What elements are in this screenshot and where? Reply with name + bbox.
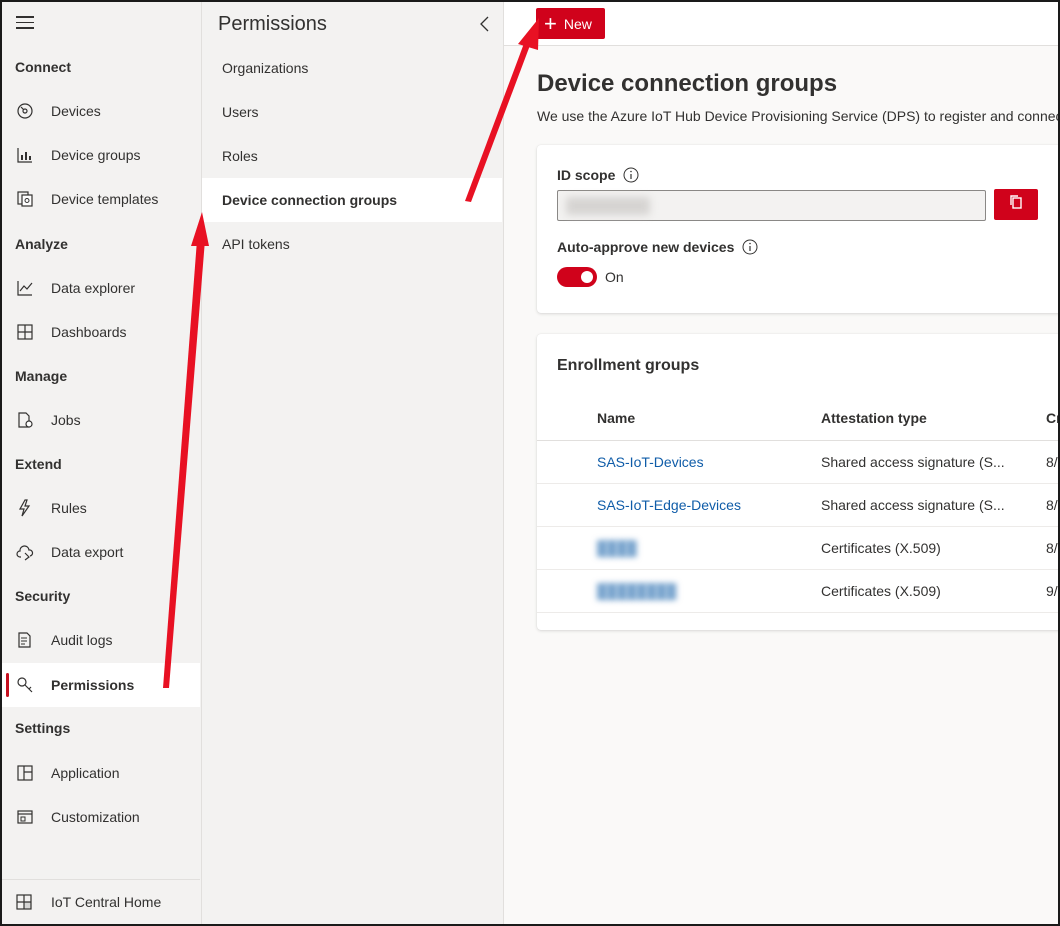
enrollment-groups-title: Enrollment groups xyxy=(557,357,700,374)
nav-item-label: Dashboards xyxy=(51,324,127,340)
app-window: Connect Devices Device groups Device tem… xyxy=(0,0,1060,926)
subnav-item-device-connection-groups[interactable]: Device connection groups xyxy=(202,178,502,222)
nav-section-manage: Manage xyxy=(15,368,68,384)
created-cell: 8/ xyxy=(1046,497,1058,513)
column-header-name[interactable]: Name xyxy=(597,410,635,426)
nav-item-label: Rules xyxy=(51,500,87,516)
nav-item-device-templates[interactable]: Device templates xyxy=(2,177,200,221)
table-row[interactable]: SAS-IoT-Edge-Devices Shared access signa… xyxy=(537,484,1058,527)
nav-section-connect: Connect xyxy=(15,59,71,75)
page-description: We use the Azure IoT Hub Device Provisio… xyxy=(537,108,1060,124)
info-icon[interactable] xyxy=(742,239,758,255)
nav-item-label: Permissions xyxy=(51,677,135,693)
nav-item-audit-logs[interactable]: Audit logs xyxy=(2,618,200,662)
nav-item-customization[interactable]: Customization xyxy=(2,795,200,839)
new-button-label: New xyxy=(563,15,592,32)
device-groups-icon xyxy=(15,145,35,165)
cloud-export-icon xyxy=(15,542,35,562)
copy-icon xyxy=(1008,194,1024,215)
column-header-attestation-type[interactable]: Attestation type xyxy=(821,410,927,426)
customization-icon xyxy=(15,807,35,827)
rules-icon xyxy=(15,498,35,518)
nav-item-rules[interactable]: Rules xyxy=(2,486,200,530)
nav-item-label: Jobs xyxy=(51,412,81,428)
attestation-type-cell: Shared access signature (S... xyxy=(821,497,1005,513)
enrollment-group-name-link[interactable]: SAS-IoT-Edge-Devices xyxy=(597,497,741,513)
nav-item-permissions[interactable]: Permissions xyxy=(2,663,200,707)
id-scope-label-row: ID scope xyxy=(557,167,639,183)
enrollment-groups-card: Enrollment groups Name Attestation type … xyxy=(537,334,1058,630)
attestation-type-cell: Shared access signature (S... xyxy=(821,454,1005,470)
created-cell: 8/ xyxy=(1046,540,1058,556)
audit-logs-icon xyxy=(15,630,35,650)
nav-item-label: Customization xyxy=(51,809,140,825)
home-grid-icon xyxy=(15,892,35,912)
auto-approve-label: Auto-approve new devices xyxy=(557,239,735,255)
auto-approve-toggle[interactable] xyxy=(557,267,597,287)
id-scope-label: ID scope xyxy=(557,167,616,183)
nav-item-label: Devices xyxy=(51,103,101,119)
attestation-type-cell: Certificates (X.509) xyxy=(821,540,941,556)
nav-item-label: Audit logs xyxy=(51,632,113,648)
plus-icon: + xyxy=(544,10,557,36)
column-header-created[interactable]: Cr xyxy=(1046,410,1058,426)
table-row[interactable]: SAS-IoT-Devices Shared access signature … xyxy=(537,441,1058,484)
nav-item-iot-central-home[interactable]: IoT Central Home xyxy=(2,879,200,924)
chevron-left-icon[interactable] xyxy=(478,14,494,34)
line-chart-icon xyxy=(15,278,35,298)
jobs-icon xyxy=(15,410,35,430)
auto-approve-label-row: Auto-approve new devices xyxy=(557,239,758,255)
subnav-item-api-tokens[interactable]: API tokens xyxy=(202,222,502,266)
nav-item-devices[interactable]: Devices xyxy=(2,89,200,133)
nav-item-label: Device templates xyxy=(51,191,159,207)
enrollment-group-name-link[interactable]: SAS-IoT-Devices xyxy=(597,454,704,470)
table-row[interactable]: ████████ Certificates (X.509) 9/ xyxy=(537,570,1058,613)
nav-item-label: Device groups xyxy=(51,147,141,163)
subnav-item-roles[interactable]: Roles xyxy=(202,134,502,178)
nav-section-security: Security xyxy=(15,588,71,604)
id-scope-field[interactable] xyxy=(557,190,986,221)
subnav-item-organizations[interactable]: Organizations xyxy=(202,46,502,90)
nav-item-label: Application xyxy=(51,765,120,781)
created-cell: 9/ xyxy=(1046,583,1058,599)
subnav-item-users[interactable]: Users xyxy=(202,90,502,134)
toggle-state-label: On xyxy=(605,269,624,285)
left-nav: Connect Devices Device groups Device tem… xyxy=(2,2,202,924)
device-templates-icon xyxy=(15,189,35,209)
table-row[interactable]: ████ Certificates (X.509) 8/ xyxy=(537,527,1058,570)
nav-item-data-explorer[interactable]: Data explorer xyxy=(2,266,200,310)
id-scope-card: ID scope Auto-approve new devices On xyxy=(537,145,1058,313)
enrollment-group-name-link-redacted[interactable]: ████ xyxy=(597,540,637,556)
application-icon xyxy=(15,763,35,783)
devices-icon xyxy=(15,101,35,121)
key-icon xyxy=(15,675,35,695)
nav-item-data-export[interactable]: Data export xyxy=(2,530,200,574)
info-icon[interactable] xyxy=(623,167,639,183)
attestation-type-cell: Certificates (X.509) xyxy=(821,583,941,599)
main-content: + New Device connection groups We use th… xyxy=(504,2,1060,924)
nav-item-label: IoT Central Home xyxy=(51,894,162,910)
nav-item-label: Data export xyxy=(51,544,124,560)
nav-item-device-groups[interactable]: Device groups xyxy=(2,133,200,177)
redacted-value xyxy=(566,197,650,215)
nav-item-label: Data explorer xyxy=(51,280,136,296)
copy-button[interactable] xyxy=(994,189,1038,220)
command-bar: + New xyxy=(504,2,1058,46)
subnav-title: Permissions xyxy=(218,13,327,35)
nav-item-dashboards[interactable]: Dashboards xyxy=(2,310,200,354)
page-title: Device connection groups xyxy=(537,70,838,97)
dashboard-icon xyxy=(15,322,35,342)
hamburger-menu-icon[interactable] xyxy=(16,16,34,30)
nav-item-application[interactable]: Application xyxy=(2,751,200,795)
nav-section-extend: Extend xyxy=(15,456,62,472)
created-cell: 8/ xyxy=(1046,454,1058,470)
nav-item-jobs[interactable]: Jobs xyxy=(2,398,200,442)
new-button[interactable]: + New xyxy=(536,8,605,39)
permissions-subnav: Permissions Organizations Users Roles De… xyxy=(202,2,504,924)
nav-section-analyze: Analyze xyxy=(15,236,68,252)
nav-section-settings: Settings xyxy=(15,720,71,736)
enrollment-group-name-link-redacted[interactable]: ████████ xyxy=(597,583,676,599)
